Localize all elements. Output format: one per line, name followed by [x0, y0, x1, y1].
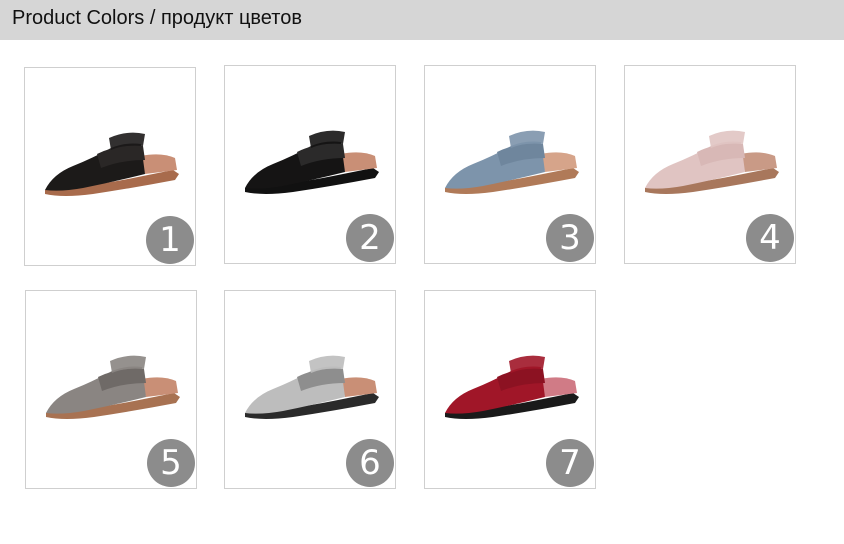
- product-card-3[interactable]: 3: [424, 65, 596, 264]
- product-card-2[interactable]: 2: [224, 65, 396, 264]
- shoe-icon: [45, 132, 179, 196]
- product-card-1[interactable]: 1: [24, 67, 196, 266]
- product-card-6[interactable]: 6: [224, 290, 396, 489]
- shoe-icon: [445, 130, 579, 194]
- product-card-4[interactable]: 4: [624, 65, 796, 264]
- page-title: Product Colors / продукт цветов: [12, 7, 302, 29]
- shoe-icon: [445, 355, 579, 419]
- product-number-badge: 6: [346, 439, 394, 487]
- shoe-icon: [645, 130, 779, 194]
- product-number-badge: 4: [746, 214, 794, 262]
- product-number-badge: 1: [146, 216, 194, 264]
- product-number-badge: 5: [147, 439, 195, 487]
- product-number-badge: 7: [546, 439, 594, 487]
- product-card-5[interactable]: 5: [25, 290, 197, 489]
- shoe-icon: [245, 130, 379, 194]
- product-number-badge: 2: [346, 214, 394, 262]
- product-number-badge: 3: [546, 214, 594, 262]
- shoe-icon: [245, 355, 379, 419]
- header-bar: Product Colors / продукт цветов: [0, 0, 844, 40]
- product-card-7[interactable]: 7: [424, 290, 596, 489]
- shoe-icon: [46, 355, 180, 419]
